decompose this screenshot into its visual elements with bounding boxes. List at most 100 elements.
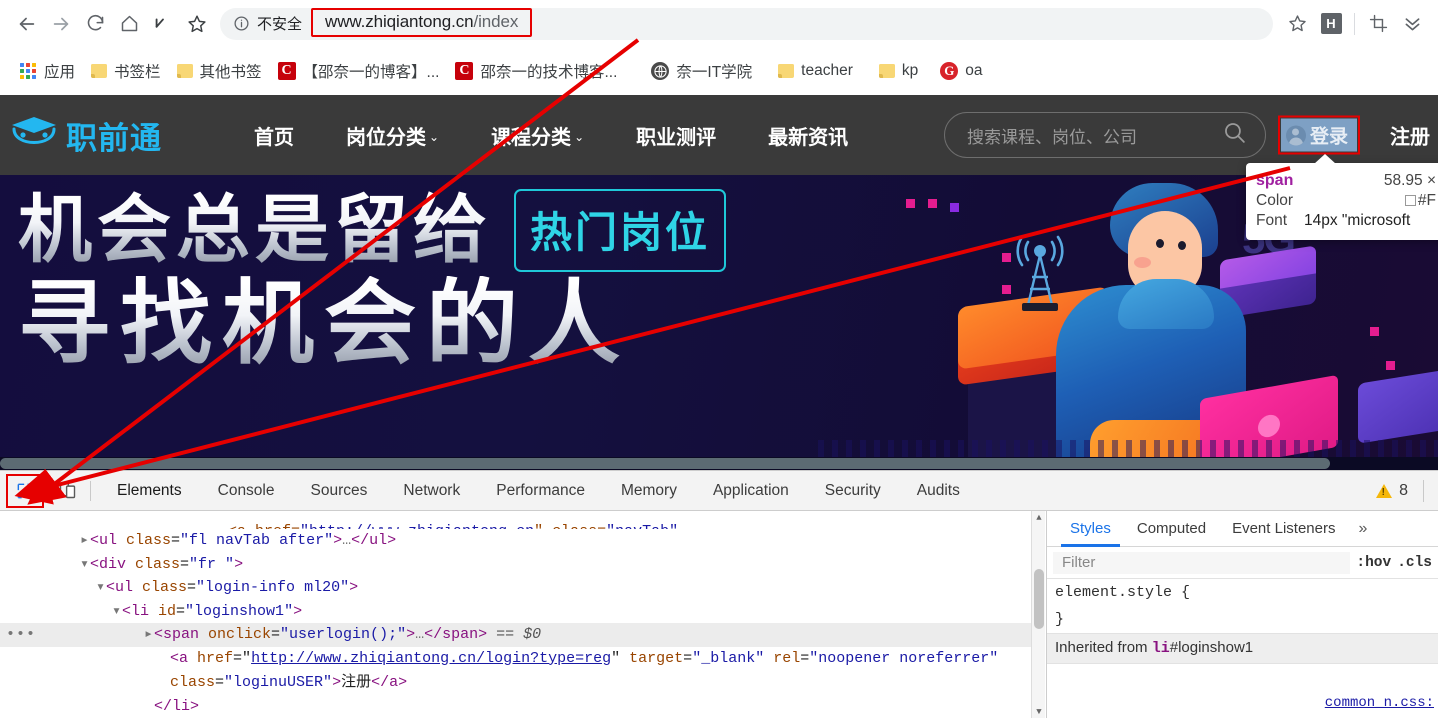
bookmarks-bar: 应用 书签栏 其他书签 C 【邵奈一的博客】... C 邵奈一的技术博客... … xyxy=(0,47,1438,95)
dom-token: = xyxy=(180,555,190,573)
pixel-dot xyxy=(950,203,959,212)
undo-arrow-icon[interactable] xyxy=(146,7,180,41)
bookmark-csdn-1[interactable]: C 【邵奈一的博客】... xyxy=(272,57,446,85)
bookmark-kp[interactable]: kp xyxy=(873,59,924,83)
csdn-icon: C xyxy=(455,62,474,80)
dom-tree-line[interactable]: </li> xyxy=(0,695,1045,718)
dom-tree-panel[interactable]: <a href="http://www.zhiqiantong.cn" clas… xyxy=(0,511,1045,718)
dom-tree-line[interactable]: <li id="loginshow1"> xyxy=(0,600,1045,624)
bookmark-csdn-2[interactable]: C 邵奈一的技术博客... xyxy=(449,57,623,85)
tab-elements[interactable]: Elements xyxy=(99,471,200,511)
tab-network[interactable]: Network xyxy=(385,471,478,511)
magnifier-icon[interactable] xyxy=(1222,120,1247,150)
bookmark-apps[interactable]: 应用 xyxy=(14,57,81,85)
tab-console[interactable]: Console xyxy=(200,471,293,511)
tab-security[interactable]: Security xyxy=(807,471,899,511)
site-search-box[interactable]: 搜索课程、岗位、公司 xyxy=(944,112,1266,158)
dom-tree-line[interactable]: class="loginuUSER">注册</a> xyxy=(0,670,1045,695)
tab-computed[interactable]: Computed xyxy=(1124,512,1219,546)
reload-icon[interactable] xyxy=(78,7,112,41)
tab-styles[interactable]: Styles xyxy=(1057,512,1124,547)
dom-tree-line[interactable]: <ul class="login-info ml20"> xyxy=(0,576,1045,600)
dom-tree-line[interactable]: ••• <span onclick="userlogin();">…</span>… xyxy=(0,623,1045,647)
search-placeholder: 搜索课程、岗位、公司 xyxy=(967,127,1137,147)
back-arrow-icon[interactable] xyxy=(10,7,44,41)
tree-toggle-icon[interactable] xyxy=(80,553,90,577)
rule-selector-row[interactable]: common_n.css: .login-info li { xyxy=(1047,664,1438,718)
tab-audits[interactable]: Audits xyxy=(899,471,978,511)
dom-tree-line[interactable]: <a href="http://www.zhiqiantong.cn/login… xyxy=(0,647,1045,671)
tree-toggle-icon[interactable] xyxy=(80,529,90,553)
dom-tree-line[interactable]: <ul class="fl navTab after">…</ul> xyxy=(0,529,1045,553)
bookmark-folder-2[interactable]: 其他书签 xyxy=(171,57,268,85)
tree-toggle-icon[interactable] xyxy=(96,576,106,600)
inspect-element-icon[interactable] xyxy=(10,478,40,504)
dom-tree-line[interactable]: <div class="fr "> xyxy=(0,553,1045,577)
url-path[interactable]: /index xyxy=(473,12,518,31)
dom-token: class xyxy=(135,555,181,573)
element-style-open[interactable]: element.style { xyxy=(1047,579,1438,606)
pixel-dot xyxy=(1386,361,1395,370)
tab-sources[interactable]: Sources xyxy=(293,471,386,511)
bookmark-oa[interactable]: G oa xyxy=(934,59,988,83)
globe-icon xyxy=(651,62,670,80)
styles-tabs: Styles Computed Event Listeners » xyxy=(1047,511,1438,547)
dom-token: <ul xyxy=(106,579,143,596)
register-link[interactable]: 注册 xyxy=(1390,121,1430,150)
site-logo[interactable]: 职前通 xyxy=(8,113,162,158)
styles-filter-input[interactable]: Filter xyxy=(1053,551,1351,574)
tab-performance[interactable]: Performance xyxy=(478,471,603,511)
nav-item-job-categories[interactable]: 岗位分类 ⌄ xyxy=(320,121,465,150)
tab-application[interactable]: Application xyxy=(695,471,807,511)
page-horizontal-scrollbar[interactable] xyxy=(0,457,1438,470)
star-outline-icon[interactable] xyxy=(180,7,214,41)
tree-toggle-icon[interactable] xyxy=(112,600,122,624)
devtools-panel: Elements Console Sources Network Perform… xyxy=(0,470,1438,718)
hero-text-block: 机会总是留给 热门岗位 寻找机会的人 xyxy=(18,189,727,374)
bookmark-label: 邵奈一的技术博客... xyxy=(480,64,618,81)
dom-line-badge[interactable]: ••• xyxy=(6,623,36,647)
login-button[interactable]: 登录 xyxy=(1280,118,1357,152)
bookmark-label: 书签栏 xyxy=(114,64,161,81)
dom-token[interactable]: http://www.zhiqiantong.cn/login?type=reg xyxy=(251,650,611,667)
dom-token: class xyxy=(126,532,172,549)
dom-token: > xyxy=(333,532,343,549)
tab-event-listeners[interactable]: Event Listeners xyxy=(1219,512,1348,546)
tab-memory[interactable]: Memory xyxy=(603,471,695,511)
rule-source-link[interactable]: common_n.css: xyxy=(1325,692,1434,715)
dom-token: == $0 xyxy=(487,626,542,643)
hov-toggle[interactable]: :hov xyxy=(1356,555,1391,571)
omnibox[interactable]: 不安全 www.zhiqiantong.cn/index xyxy=(220,7,1273,40)
warning-indicator[interactable]: 8 xyxy=(1376,482,1408,500)
cls-toggle[interactable]: .cls xyxy=(1397,555,1432,571)
forward-arrow-icon[interactable] xyxy=(44,7,78,41)
info-circle-icon[interactable] xyxy=(232,15,250,33)
folder-icon xyxy=(91,64,108,78)
toolbar-right-icons: H xyxy=(1281,8,1428,40)
nav-label: 首页 xyxy=(254,126,294,149)
bookmark-label: 其他书签 xyxy=(199,64,262,81)
bookmark-label: oa xyxy=(965,62,983,79)
bookmark-star-icon[interactable] xyxy=(1281,8,1313,40)
bookmark-label: 奈一IT学院 xyxy=(676,64,753,81)
bookmark-teacher[interactable]: teacher xyxy=(772,59,859,83)
nav-item-home[interactable]: 首页 xyxy=(228,121,320,150)
extension-badge-icon[interactable]: H xyxy=(1315,8,1347,40)
chevron-right-double-icon[interactable]: » xyxy=(1348,520,1377,538)
styles-panel-scroll-edge[interactable] xyxy=(1041,511,1047,718)
nav-item-course-categories[interactable]: 课程分类 ⌄ xyxy=(465,121,610,150)
home-icon[interactable] xyxy=(112,7,146,41)
nav-item-career-test[interactable]: 职业测评 xyxy=(610,121,742,150)
nav-item-news[interactable]: 最新资讯 xyxy=(742,121,874,150)
chevron-double-down-icon[interactable] xyxy=(1396,8,1428,40)
dom-token: "userlogin();" xyxy=(280,626,407,643)
scrollbar-thumb[interactable] xyxy=(0,458,1330,469)
warning-triangle-icon xyxy=(1376,483,1393,498)
crop-icon[interactable] xyxy=(1362,8,1394,40)
bookmark-folder-1[interactable]: 书签栏 xyxy=(85,57,167,85)
bookmark-globe[interactable]: 奈一IT学院 xyxy=(645,57,758,85)
device-toolbar-icon[interactable] xyxy=(52,478,82,504)
tree-toggle-icon[interactable] xyxy=(144,623,154,647)
url-domain[interactable]: www.zhiqiantong.cn xyxy=(325,12,474,31)
